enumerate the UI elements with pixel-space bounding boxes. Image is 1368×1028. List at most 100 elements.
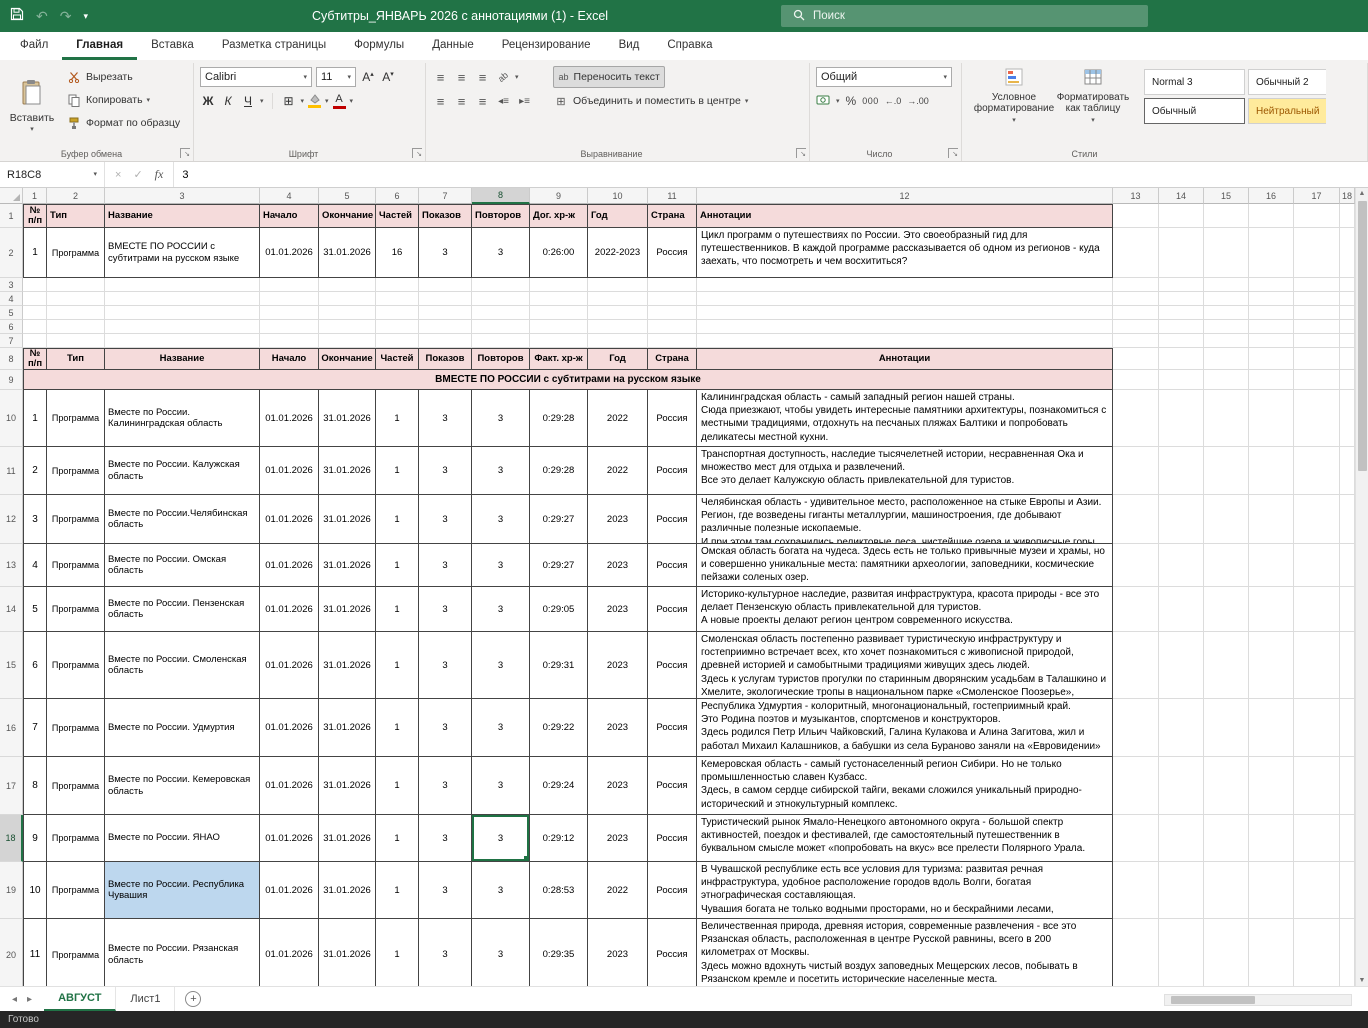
cell[interactable]	[1113, 228, 1159, 278]
column-header-14[interactable]: 14	[1159, 188, 1204, 204]
cell[interactable]	[588, 306, 648, 320]
cell-title[interactable]: Вместе по России. Рязанская область	[105, 919, 260, 986]
font-size-select[interactable]: 11 ▾	[316, 67, 356, 87]
row-header-5[interactable]: 5	[0, 306, 23, 320]
cell[interactable]	[319, 334, 376, 348]
cell-parts[interactable]: 1	[376, 632, 419, 699]
dialog-launcher-font[interactable]: ↘	[412, 148, 422, 158]
cell-end[interactable]: 31.01.2026	[319, 544, 376, 587]
select-all-corner[interactable]	[0, 188, 23, 204]
cell-shows[interactable]: 3	[419, 919, 472, 986]
cell[interactable]	[1294, 204, 1340, 228]
cell-annotation[interactable]: Величественная природа, древняя история,…	[697, 919, 1113, 986]
cell-type[interactable]: Программа	[47, 757, 105, 815]
dialog-launcher-clipboard[interactable]: ↘	[180, 148, 190, 158]
cell-repeats[interactable]: 3	[472, 447, 530, 495]
cell-num[interactable]: 3	[23, 495, 47, 544]
cell-shows[interactable]: 3	[419, 757, 472, 815]
search-input[interactable]: Поиск	[781, 5, 1148, 27]
align-right-icon[interactable]: ≡	[474, 94, 491, 109]
cell[interactable]	[376, 320, 419, 334]
cell[interactable]	[1204, 292, 1249, 306]
cell-type[interactable]: Программа	[47, 495, 105, 544]
cell-country[interactable]: Россия	[648, 815, 697, 862]
cell-duration[interactable]: 0:26:00	[530, 228, 588, 278]
cell-num[interactable]: 8	[23, 757, 47, 815]
cell[interactable]	[530, 278, 588, 292]
cell[interactable]	[1204, 495, 1249, 544]
underline-button[interactable]: Ч	[240, 94, 256, 108]
header-cell[interactable]: Страна	[648, 348, 697, 370]
next-sheet-icon[interactable]: ▸	[27, 994, 32, 1005]
cell-shows[interactable]: 3	[419, 632, 472, 699]
cell-annotation[interactable]: В Чувашской республике есть все условия …	[697, 862, 1113, 919]
align-middle-icon[interactable]: ≡	[453, 70, 470, 85]
cell-annotation[interactable]: Цикл программ о путешествиях по России. …	[697, 228, 1113, 278]
column-header-9[interactable]: 9	[530, 188, 588, 204]
cell-parts[interactable]: 1	[376, 544, 419, 587]
cell-end[interactable]: 31.01.2026	[319, 699, 376, 757]
sheet-tab-АВГУСТ[interactable]: АВГУСТ	[44, 987, 117, 1011]
sheet-tab-Лист1[interactable]: Лист1	[116, 987, 176, 1011]
column-header-13[interactable]: 13	[1113, 188, 1159, 204]
cell[interactable]	[1340, 587, 1355, 632]
cell[interactable]	[1113, 447, 1159, 495]
cell[interactable]	[530, 320, 588, 334]
cell-duration[interactable]: 0:29:24	[530, 757, 588, 815]
cell[interactable]	[260, 292, 319, 306]
cell[interactable]	[1340, 292, 1355, 306]
cell[interactable]	[260, 320, 319, 334]
cell[interactable]	[1204, 757, 1249, 815]
cell[interactable]	[1294, 815, 1340, 862]
row-header-1[interactable]: 1	[0, 204, 23, 228]
copy-button[interactable]: Копировать ▾	[62, 90, 184, 110]
cell[interactable]	[105, 278, 260, 292]
cell[interactable]	[1113, 320, 1159, 334]
accounting-format-icon[interactable]	[816, 94, 830, 109]
cell-parts[interactable]: 1	[376, 862, 419, 919]
cell[interactable]	[1159, 587, 1204, 632]
header-cell[interactable]: Факт. хр-ж	[530, 348, 588, 370]
chevron-down-icon[interactable]: ▾	[515, 74, 519, 81]
cell[interactable]	[1113, 544, 1159, 587]
cell[interactable]	[1204, 278, 1249, 292]
cell-start[interactable]: 01.01.2026	[260, 447, 319, 495]
row-header-14[interactable]: 14	[0, 587, 23, 632]
cell[interactable]	[1294, 334, 1340, 348]
cell[interactable]	[105, 306, 260, 320]
merge-center-button[interactable]: ⊞ Объединить и поместить в центре ▾	[549, 91, 752, 111]
cell-title[interactable]: Вместе по России. Калининградская област…	[105, 390, 260, 447]
cell[interactable]	[1204, 862, 1249, 919]
cell[interactable]	[1249, 390, 1294, 447]
cell-shows[interactable]: 3	[419, 390, 472, 447]
cell[interactable]	[1249, 919, 1294, 986]
paste-button[interactable]: Вставить ▾	[8, 65, 56, 145]
cell[interactable]	[47, 292, 105, 306]
tab-Данные[interactable]: Данные	[418, 32, 488, 60]
column-header-17[interactable]: 17	[1294, 188, 1340, 204]
style-chip[interactable]: Обычный	[1144, 98, 1245, 124]
cell-annotation[interactable]: Транспортная доступность, наследие тысяч…	[697, 447, 1113, 495]
cell[interactable]	[1159, 632, 1204, 699]
row-header-12[interactable]: 12	[0, 495, 23, 544]
cancel-icon[interactable]: ×	[115, 169, 121, 181]
cell[interactable]	[1340, 204, 1355, 228]
name-box[interactable]: R18C8 ▾	[0, 162, 105, 187]
prev-sheet-icon[interactable]: ◂	[12, 994, 17, 1005]
row-header-18[interactable]: 18	[0, 815, 23, 862]
cell-country[interactable]: Россия	[648, 544, 697, 587]
cell[interactable]	[23, 306, 47, 320]
cell[interactable]	[319, 292, 376, 306]
cell-shows[interactable]: 3	[419, 862, 472, 919]
cell-year[interactable]: 2023	[588, 632, 648, 699]
cell-start[interactable]: 01.01.2026	[260, 632, 319, 699]
column-header-11[interactable]: 11	[648, 188, 697, 204]
column-header-3[interactable]: 3	[105, 188, 260, 204]
row-header-4[interactable]: 4	[0, 292, 23, 306]
cell-year[interactable]: 2023	[588, 495, 648, 544]
header-cell[interactable]: Повторов	[472, 204, 530, 228]
cell[interactable]	[648, 306, 697, 320]
cell-year[interactable]: 2022	[588, 390, 648, 447]
cell-type[interactable]: Программа	[47, 815, 105, 862]
enter-icon[interactable]: ✓	[133, 168, 142, 181]
